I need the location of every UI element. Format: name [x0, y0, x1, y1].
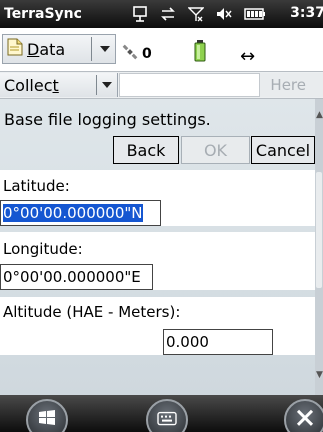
- data-sync-icon[interactable]: [160, 6, 176, 22]
- cancel-button[interactable]: Cancel: [251, 136, 315, 164]
- collect-feature-field[interactable]: [119, 73, 260, 97]
- connection-icon[interactable]: [132, 6, 148, 22]
- title-bar: TerraSync 3:37: [0, 0, 323, 28]
- collect-menu-button[interactable]: Collect: [0, 73, 118, 97]
- latitude-input[interactable]: 0°00'00.000000"N: [0, 200, 161, 226]
- longitude-section: Longitude: 0°00'00.000000"E: [0, 232, 315, 290]
- altitude-label: Altitude (HAE - Meters):: [3, 303, 181, 321]
- data-menu-label: Data: [27, 39, 66, 59]
- clock[interactable]: 3:37: [290, 5, 323, 21]
- longitude-label: Longitude:: [3, 240, 83, 258]
- base-file-settings-panel: Base file logging settings. Back OK Canc…: [0, 99, 315, 395]
- no-signal-icon[interactable]: [188, 6, 204, 22]
- latitude-section: Latitude: 0°00'00.000000"N: [0, 170, 315, 226]
- collect-bar: Collect Here: [0, 71, 323, 99]
- altitude-input[interactable]: 0.000: [163, 329, 273, 355]
- data-menu-button[interactable]: Data: [2, 34, 116, 64]
- page-title: Base file logging settings.: [4, 110, 211, 129]
- toolbar: Data 0 ↔: [0, 28, 323, 71]
- longitude-input[interactable]: 0°00'00.000000"E: [0, 264, 153, 290]
- scroll-up-icon[interactable]: ▲: [316, 110, 323, 120]
- altitude-section: Altitude (HAE - Meters): 0.000: [0, 297, 315, 355]
- close-button[interactable]: [284, 399, 323, 432]
- satellite-icon: [122, 44, 138, 64]
- app-title: TerraSync: [4, 6, 82, 22]
- start-button[interactable]: [26, 399, 68, 432]
- collect-menu-label: Collect: [4, 75, 59, 95]
- scroll-down-icon[interactable]: ▼: [316, 370, 323, 380]
- keyboard-button[interactable]: [146, 399, 188, 432]
- connection-arrows-icon[interactable]: ↔: [240, 46, 255, 67]
- satellite-count: 0: [142, 46, 152, 62]
- satellite-status[interactable]: 0: [122, 44, 152, 64]
- scrollbar-thumb[interactable]: [316, 172, 322, 288]
- status-icons: [132, 6, 266, 22]
- volume-muted-icon[interactable]: [216, 6, 232, 22]
- chevron-down-icon[interactable]: [100, 46, 110, 52]
- battery-icon[interactable]: [244, 7, 266, 21]
- softkey-bar: [0, 395, 323, 432]
- here-button[interactable]: Here: [260, 73, 323, 97]
- ok-button[interactable]: OK: [181, 136, 250, 164]
- chevron-down-icon[interactable]: [102, 82, 112, 88]
- battery-icon[interactable]: [194, 40, 206, 66]
- latitude-label: Latitude:: [3, 177, 70, 195]
- document-icon: [7, 38, 23, 60]
- back-button[interactable]: Back: [113, 136, 179, 164]
